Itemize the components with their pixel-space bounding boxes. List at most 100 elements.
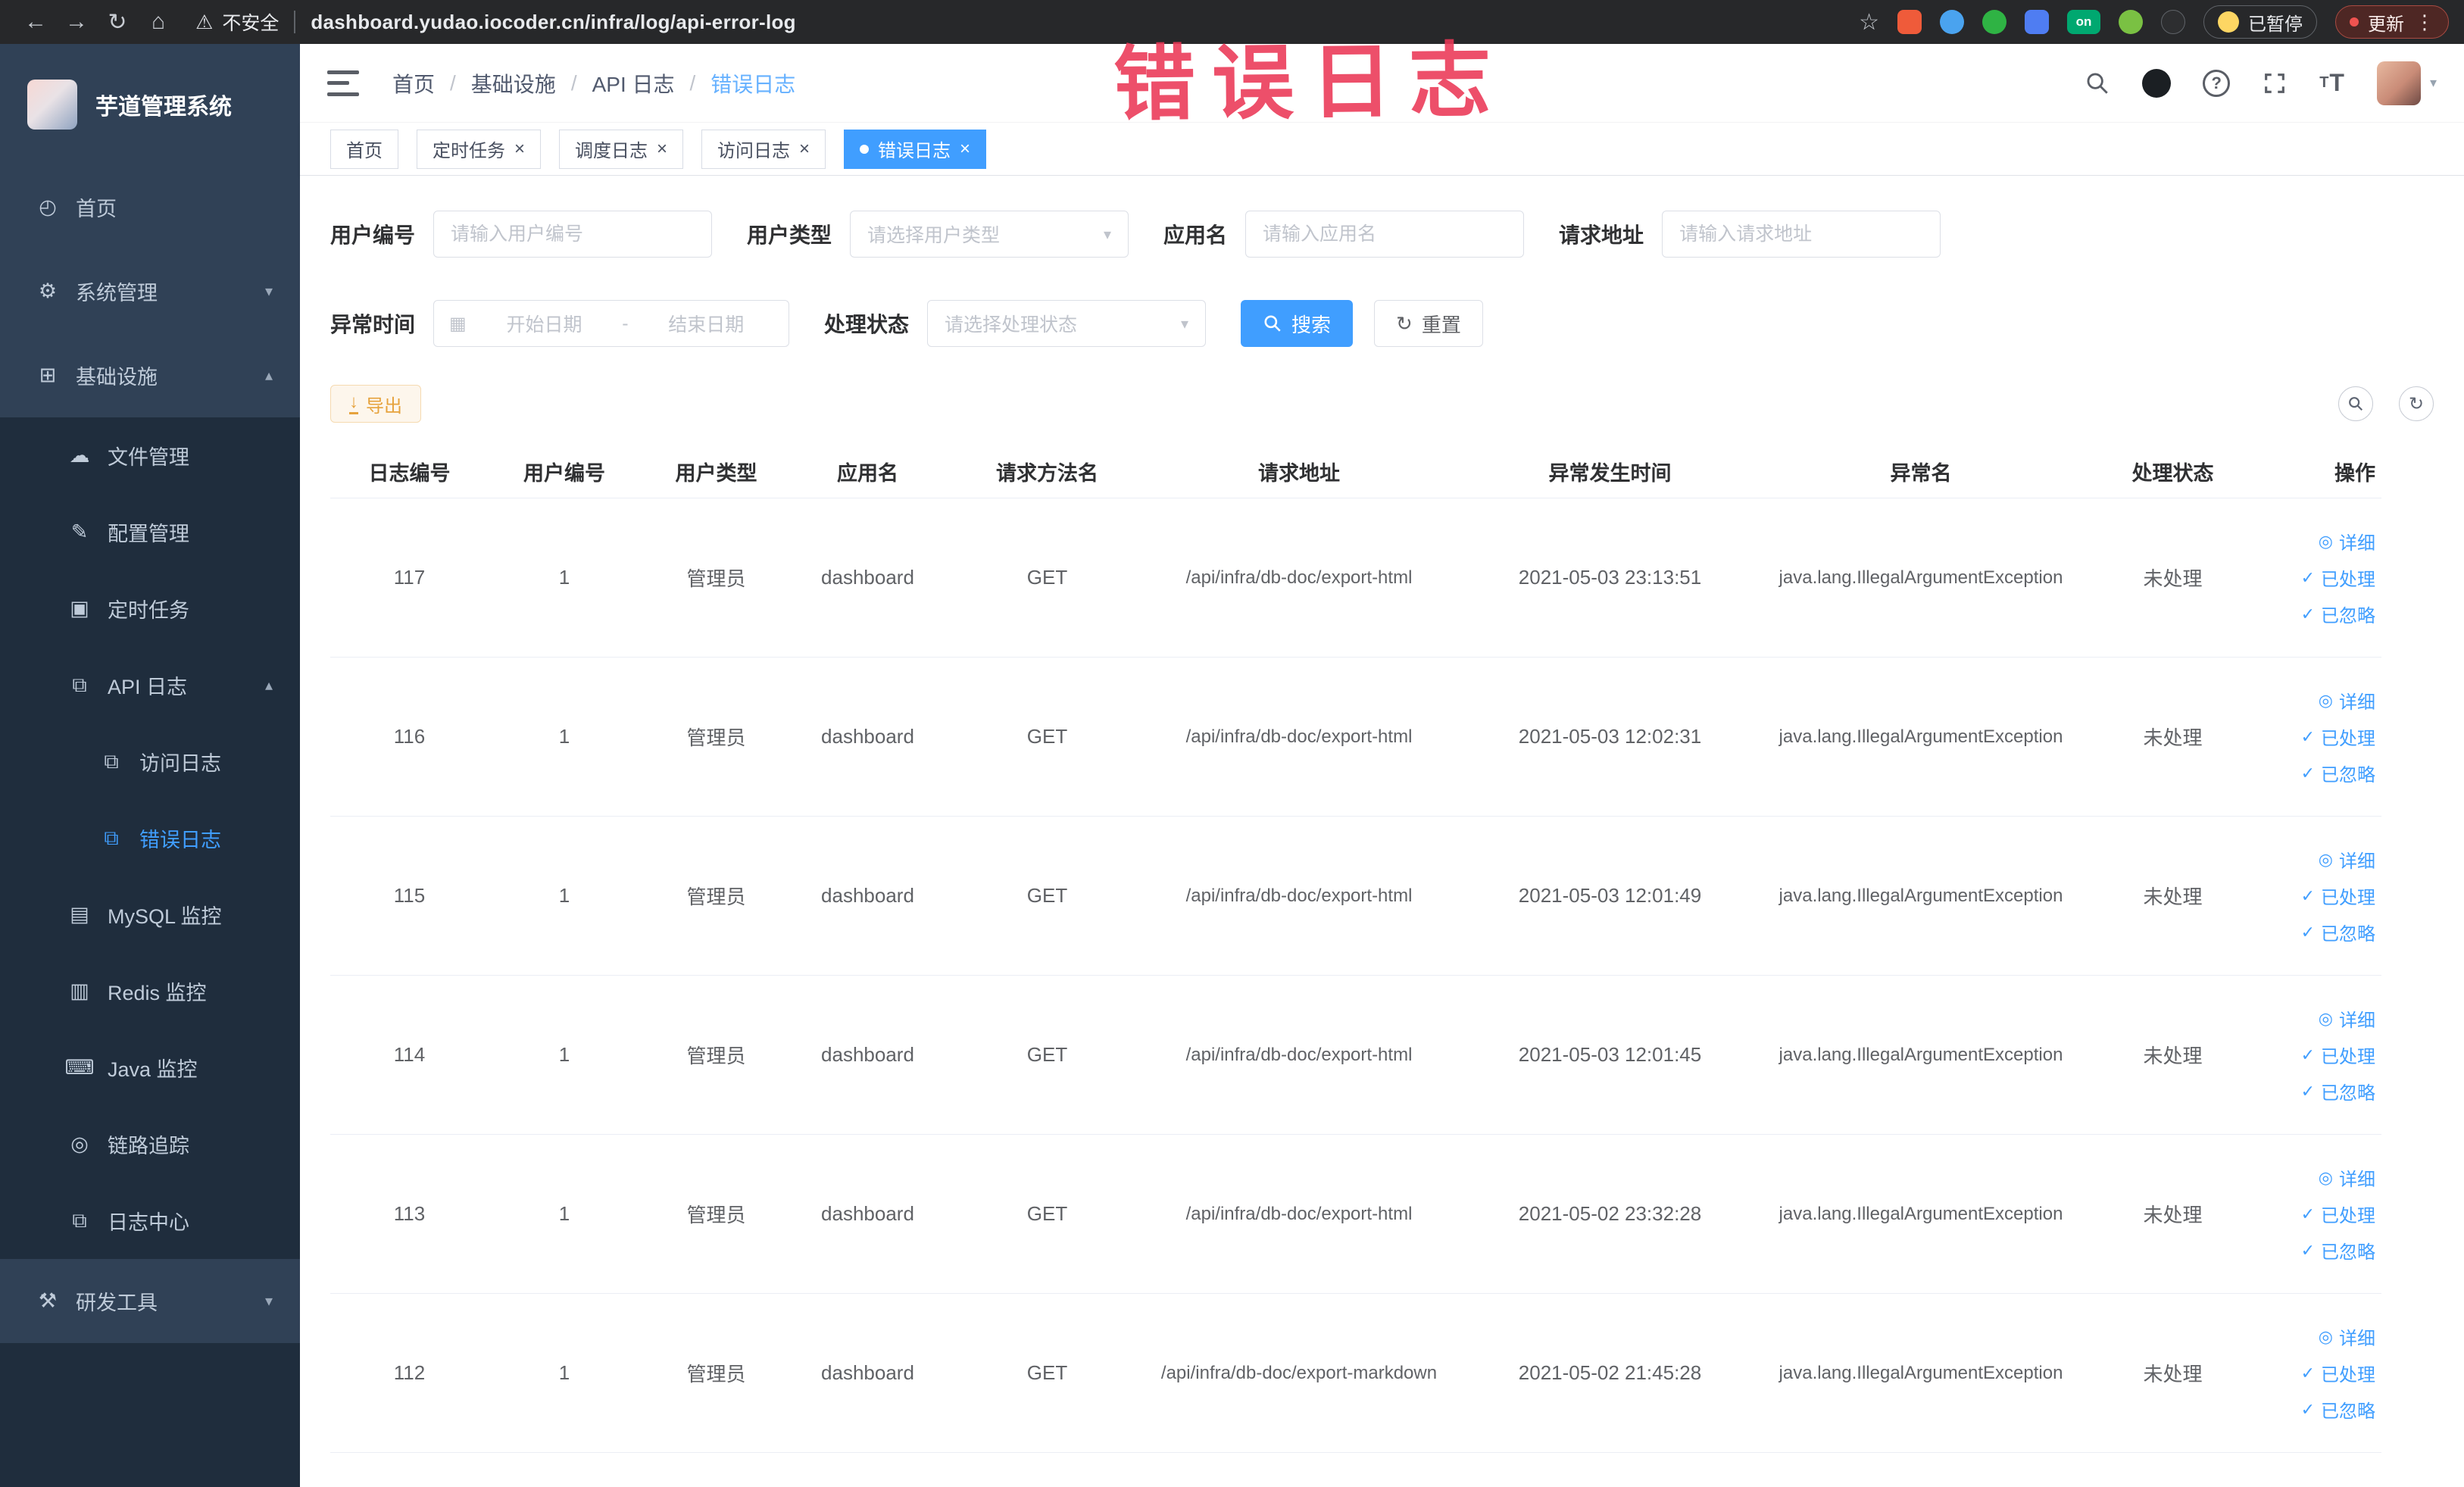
search-icon[interactable] xyxy=(2085,70,2110,96)
extension-icon[interactable] xyxy=(2119,10,2143,34)
fullscreen-icon[interactable] xyxy=(2262,70,2288,96)
ignored-link[interactable]: ✓ 已忽略 xyxy=(2301,1392,2375,1428)
app-name-input[interactable] xyxy=(1245,211,1525,258)
url-bar[interactable]: dashboard.yudao.iocoder.cn/infra/log/api… xyxy=(311,11,796,34)
user-id-input[interactable] xyxy=(433,211,713,258)
sidebar-menu: ◴ 首页 ⚙ 系统管理 ▾ ⊞ 基础设施 ▴ ☁ 文件管理 ✎ 配置管理 ▣ 定时任务 ⧉ API 日志 ▴ ⧉ 访… xyxy=(0,165,300,1343)
close-icon[interactable]: × xyxy=(514,139,525,158)
breadcrumb-item[interactable]: 基础设施 xyxy=(471,68,556,98)
user-type-select[interactable]: 请选择用户类型 ▾ xyxy=(850,211,1129,258)
reload-icon[interactable]: ↻ xyxy=(97,9,138,36)
paused-badge[interactable]: 已暂停 xyxy=(2203,5,2317,39)
eye-icon: ◎ xyxy=(70,1132,89,1155)
help-icon[interactable]: ? xyxy=(2203,69,2231,97)
detail-link[interactable]: ◎ 详细 xyxy=(2319,523,2375,560)
user-menu[interactable]: ▾ xyxy=(2376,61,2437,105)
table-row: 112 1 管理员 dashboard GET/api/infra/db-doc/exp… xyxy=(330,1294,2381,1453)
sidebar-item-link-tracing[interactable]: ◎ 链路追踪 xyxy=(0,1106,300,1182)
browser-chrome: ← → ↻ ⌂ ⚠ 不安全 dashboard.yudao.iocoder.cn… xyxy=(0,0,2464,44)
close-icon[interactable]: × xyxy=(657,139,667,158)
column-header: 异常发生时间 xyxy=(1548,462,1672,485)
processed-link[interactable]: ✓ 已处理 xyxy=(2301,1355,2375,1392)
sidebar-item-system-management[interactable]: ⚙ 系统管理 ▾ xyxy=(0,249,300,333)
chevron-down-icon: ▾ xyxy=(264,283,273,300)
tag-tab-home[interactable]: 首页 xyxy=(330,129,398,169)
ignored-link[interactable]: ✓ 已忽略 xyxy=(2301,1232,2375,1269)
update-button[interactable]: 更新 ⋮ xyxy=(2335,5,2449,39)
tag-tab-access-log[interactable]: 访问日志 × xyxy=(701,129,826,169)
tag-tab-error-log[interactable]: 错误日志 × xyxy=(844,129,987,169)
cell-user_id: 1 xyxy=(558,1043,570,1066)
sidebar-item-scheduled-tasks[interactable]: ▣ 定时任务 xyxy=(0,570,300,647)
sidebar-item-infrastructure[interactable]: ⊞ 基础设施 ▴ xyxy=(0,333,300,417)
main-area: 首页 / 基础设施 / API 日志 / 错误日志 ? TT ▾ 首页 定时任务… xyxy=(300,44,2464,1487)
sidebar-item-config-management[interactable]: ✎ 配置管理 xyxy=(0,494,300,570)
processed-link[interactable]: ✓ 已处理 xyxy=(2301,1196,2375,1232)
processed-link[interactable]: ✓ 已处理 xyxy=(2301,878,2375,914)
detail-link[interactable]: ◎ 详细 xyxy=(2319,683,2375,719)
process-status-select[interactable]: 请选择处理状态 ▾ xyxy=(927,300,1207,347)
logo[interactable]: 芋道管理系统 xyxy=(0,44,300,165)
bookmark-star-icon[interactable]: ☆ xyxy=(1859,9,1879,36)
ignored-link[interactable]: ✓ 已忽略 xyxy=(2301,914,2375,951)
export-button[interactable]: ↓ 导出 xyxy=(330,385,421,423)
breadcrumb-item[interactable]: API 日志 xyxy=(592,68,675,98)
sidebar-item-label: 定时任务 xyxy=(108,599,189,622)
toggle-search-button[interactable] xyxy=(2338,386,2373,421)
extension-on-icon[interactable]: on xyxy=(2067,10,2100,34)
search-icon xyxy=(1264,315,1281,332)
site-security[interactable]: ⚠ 不安全 xyxy=(195,8,279,36)
breadcrumb-item[interactable]: 首页 xyxy=(392,68,435,98)
sidebar-item-dev-tools[interactable]: ⚒ 研发工具 ▾ xyxy=(0,1259,300,1343)
cell-method: GET xyxy=(1026,1361,1068,1384)
sidebar-item-home[interactable]: ◴ 首页 xyxy=(0,165,300,249)
extension-icon[interactable] xyxy=(1897,10,1922,34)
close-icon[interactable]: × xyxy=(960,139,970,158)
sidebar-item-java-monitor[interactable]: ⌨ Java 监控 xyxy=(0,1029,300,1106)
sidebar-item-file-management[interactable]: ☁ 文件管理 xyxy=(0,417,300,494)
close-icon[interactable]: × xyxy=(799,139,810,158)
tag-tab-timed-task[interactable]: 定时任务 × xyxy=(417,129,542,169)
extension-icon[interactable] xyxy=(1982,10,2006,34)
detail-link[interactable]: ◎ 详细 xyxy=(2319,1160,2375,1196)
refresh-button[interactable]: ↻ xyxy=(2399,386,2434,421)
reset-button[interactable]: ↻ 重置 xyxy=(1374,300,1483,347)
sidebar-item-log-center[interactable]: ⧉ 日志中心 xyxy=(0,1182,300,1259)
tag-tab-schedule-log[interactable]: 调度日志 × xyxy=(559,129,684,169)
home-icon[interactable]: ⌂ xyxy=(138,9,179,35)
detail-link[interactable]: ◎ 详细 xyxy=(2319,842,2375,878)
search-button[interactable]: 搜索 xyxy=(1241,300,1354,347)
back-icon[interactable]: ← xyxy=(15,9,56,35)
cell-url: /api/infra/db-doc/export-html xyxy=(1185,726,1413,747)
sidebar-filler xyxy=(0,1343,300,1487)
detail-link[interactable]: ◎ 详细 xyxy=(2319,1001,2375,1037)
sidebar-toggle-icon[interactable] xyxy=(327,70,359,96)
cell-user_type: 管理员 xyxy=(686,567,746,590)
github-icon[interactable] xyxy=(2142,68,2172,98)
ignored-link[interactable]: ✓ 已忽略 xyxy=(2301,596,2375,633)
sidebar-item-error-log[interactable]: ⧉ 错误日志 xyxy=(0,800,300,876)
date-range-picker[interactable]: ▦ 开始日期 - 结束日期 xyxy=(433,300,790,347)
sidebar-item-access-log[interactable]: ⧉ 访问日志 xyxy=(0,723,300,800)
breadcrumb-separator: / xyxy=(570,70,577,95)
ignored-link[interactable]: ✓ 已忽略 xyxy=(2301,1073,2375,1110)
menu-kebab-icon[interactable]: ⋮ xyxy=(2415,11,2434,34)
sidebar-item-redis-monitor[interactable]: ▥ Redis 监控 xyxy=(0,953,300,1029)
sidebar: 芋道管理系统 ◴ 首页 ⚙ 系统管理 ▾ ⊞ 基础设施 ▴ ☁ 文件管理 ✎ 配置管理 ▣ 定时任务 ⧉ AP… xyxy=(0,44,300,1487)
box-icon: ▣ xyxy=(70,597,89,620)
extension-icon[interactable] xyxy=(1940,10,1964,34)
table-row: 114 1 管理员 dashboard GET/api/infra/db-doc/exp… xyxy=(330,976,2381,1135)
sidebar-item-mysql-monitor[interactable]: ▤ MySQL 监控 xyxy=(0,876,300,953)
update-label: 更新 xyxy=(2368,14,2404,35)
processed-link[interactable]: ✓ 已处理 xyxy=(2301,560,2375,596)
sidebar-item-api-log[interactable]: ⧉ API 日志 ▴ xyxy=(0,647,300,723)
font-size-icon[interactable]: TT xyxy=(2319,69,2345,97)
detail-link[interactable]: ◎ 详细 xyxy=(2319,1319,2375,1355)
processed-link[interactable]: ✓ 已处理 xyxy=(2301,1037,2375,1073)
forward-icon[interactable]: → xyxy=(56,9,97,35)
request-url-input[interactable] xyxy=(1662,211,1941,258)
processed-link[interactable]: ✓ 已处理 xyxy=(2301,719,2375,755)
ignored-link[interactable]: ✓ 已忽略 xyxy=(2301,755,2375,792)
extension-icon[interactable] xyxy=(2025,10,2049,34)
extension-icon[interactable] xyxy=(2161,10,2185,34)
